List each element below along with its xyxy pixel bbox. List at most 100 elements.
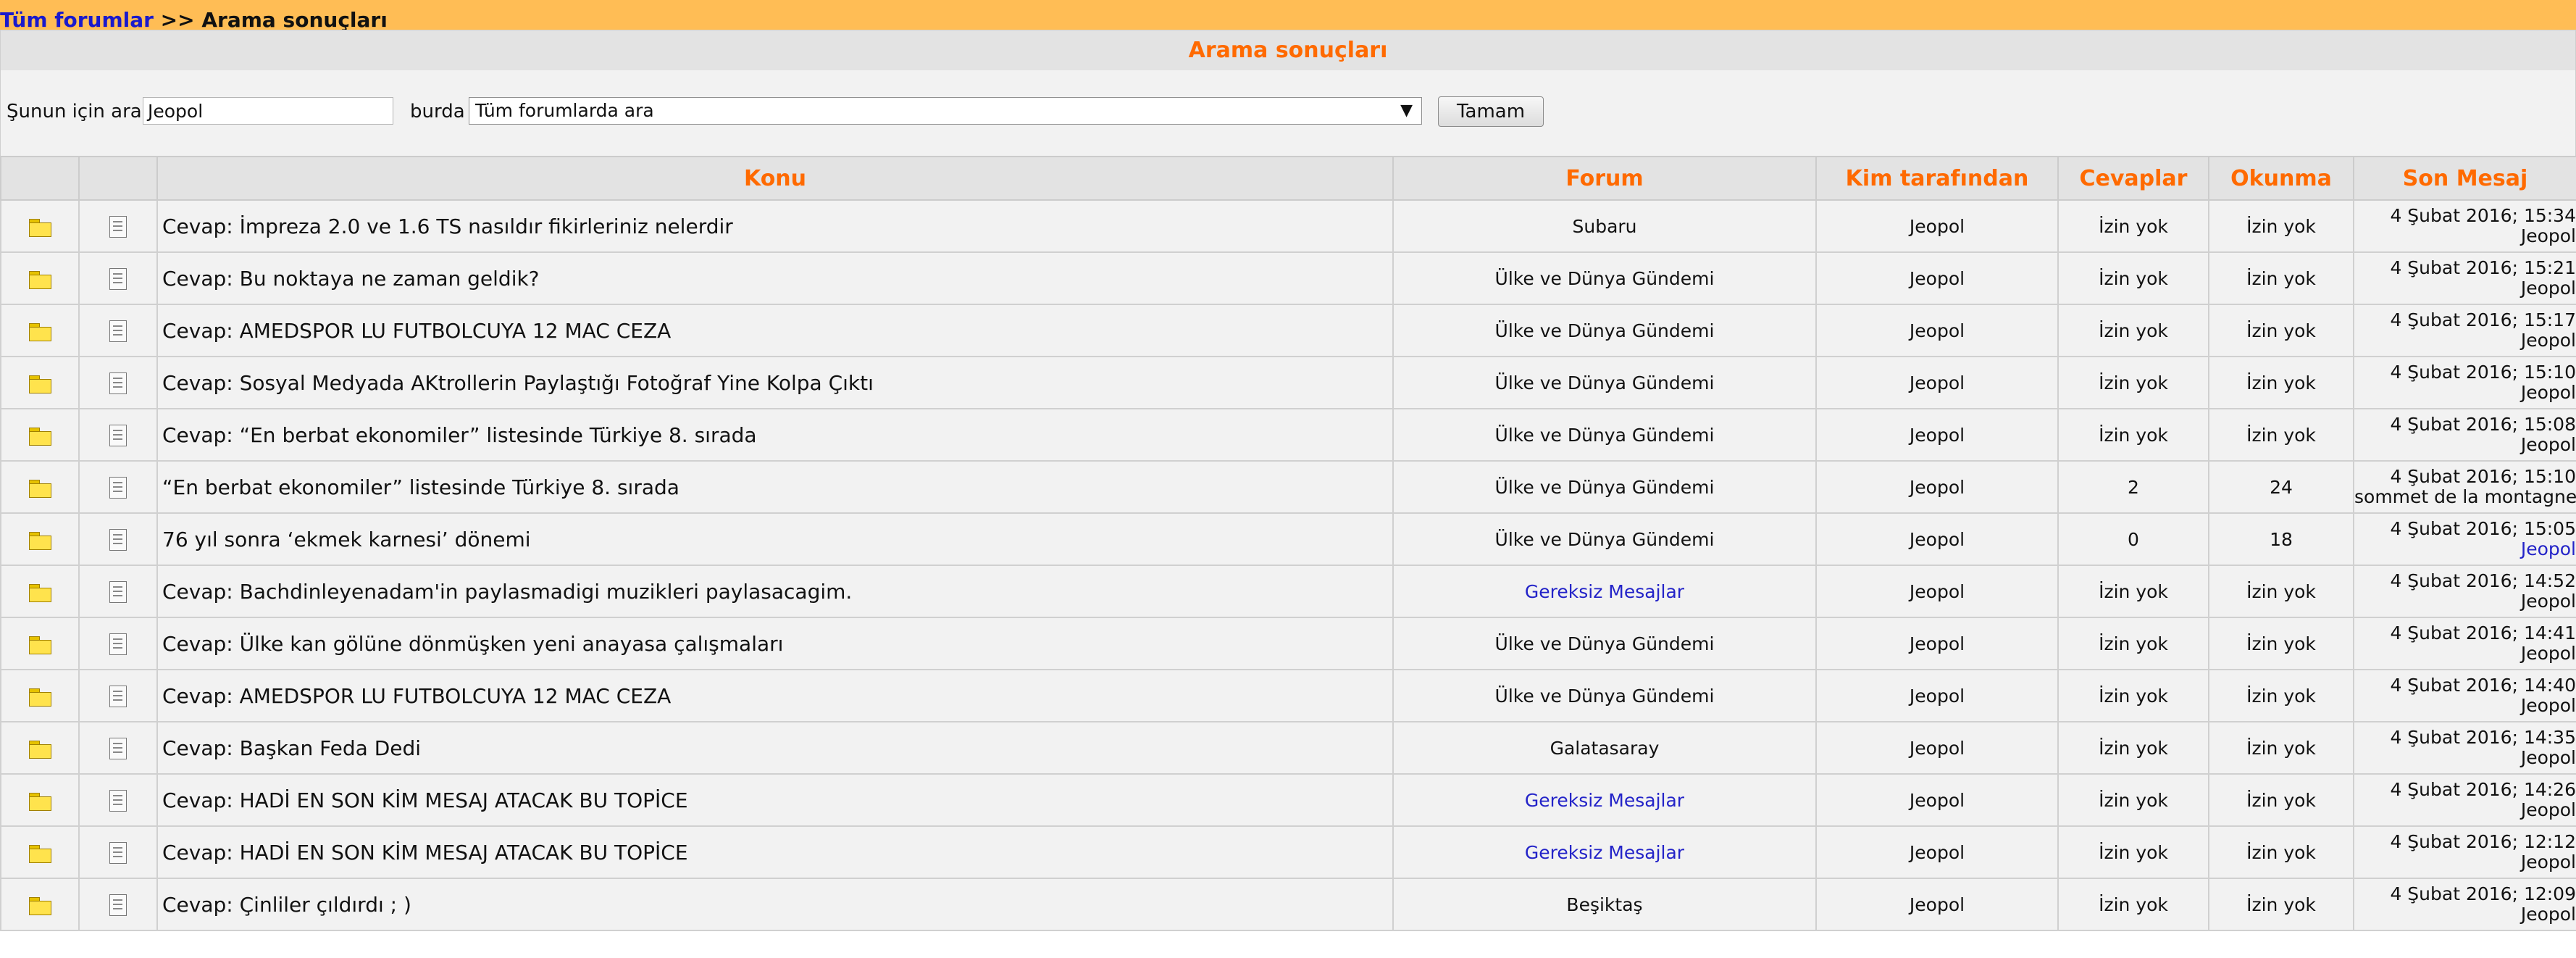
folder-icon[interactable] (28, 479, 51, 498)
topic-link[interactable]: Cevap: AMEDSPOR LU FUTBOLCUYA 12 MAC CEZ… (162, 684, 671, 708)
table-row[interactable]: Cevap: Sosyal Medyada AKtrollerin Paylaş… (0, 356, 2576, 409)
last-post-user[interactable]: Jeopol (2355, 696, 2575, 716)
table-row[interactable]: Cevap: AMEDSPOR LU FUTBOLCUYA 12 MAC CEZ… (0, 669, 2576, 722)
table-row[interactable]: Cevap: Bu noktaya ne zaman geldik? Ülke v… (0, 251, 2576, 305)
last-post-user[interactable]: sommet de la montagne (2355, 487, 2575, 507)
folder-icon[interactable] (28, 218, 51, 237)
folder-icon[interactable] (28, 688, 51, 707)
forum-scope-select[interactable]: Tüm forumlarda ara ▼ (469, 97, 1422, 125)
table-row[interactable]: Cevap: Ülke kan gölüne dönmüşken yeni an… (0, 617, 2576, 670)
last-post-user[interactable]: Jeopol (2355, 330, 2575, 351)
forum-link[interactable]: Gereksiz Mesajlar (1525, 842, 1684, 863)
column-header-topic[interactable]: Konu (156, 156, 1394, 201)
table-row[interactable]: Cevap: Bachdinleyenadam'in paylasmadigi … (0, 565, 2576, 618)
table-row[interactable]: Cevap: “En berbat ekonomiler” listesinde… (0, 408, 2576, 462)
topic-link[interactable]: Cevap: Başkan Feda Dedi (162, 736, 421, 760)
folder-icon[interactable] (28, 270, 51, 289)
author-name[interactable]: Jeopol (1910, 372, 1965, 393)
column-header-author[interactable]: Kim tarafından (1815, 156, 2059, 201)
topic-link[interactable]: Cevap: Sosyal Medyada AKtrollerin Paylaş… (162, 371, 874, 395)
last-post-user[interactable]: Jeopol (2355, 539, 2575, 559)
column-header-views[interactable]: Okunma (2208, 156, 2354, 201)
document-icon (109, 685, 127, 707)
forum-link[interactable]: Gereksiz Mesajlar (1525, 790, 1684, 811)
author-name[interactable]: Jeopol (1910, 216, 1965, 237)
table-row[interactable]: Cevap: Çinliler çıldırdı ; ) Beşiktaş Jeop… (0, 878, 2576, 931)
table-row[interactable]: Cevap: HADİ EN SON KİM MESAJ ATACAK BU T… (0, 773, 2576, 827)
folder-icon[interactable] (28, 636, 51, 654)
column-header-forum[interactable]: Forum (1392, 156, 1817, 201)
author-name[interactable]: Jeopol (1910, 790, 1965, 811)
last-post-user[interactable]: Jeopol (2355, 643, 2575, 664)
search-input[interactable]: Jeopol (143, 97, 393, 125)
author-name[interactable]: Jeopol (1910, 529, 1965, 550)
last-post-user[interactable]: Jeopol (2355, 278, 2575, 299)
breadcrumb-all-forums-link[interactable]: Tüm forumlar (0, 8, 154, 30)
forum-link[interactable]: Ülke ve Dünya Gündemi (1495, 268, 1715, 289)
topic-link[interactable]: Cevap: HADİ EN SON KİM MESAJ ATACAK BU T… (162, 841, 688, 865)
column-header-last-post[interactable]: Son Mesaj (2353, 156, 2576, 201)
table-row[interactable]: “En berbat ekonomiler” listesinde Türkiy… (0, 460, 2576, 514)
forum-link[interactable]: Ülke ve Dünya Gündemi (1495, 686, 1715, 707)
last-post-user[interactable]: Jeopol (2355, 226, 2575, 246)
topic-link[interactable]: Cevap: “En berbat ekonomiler” listesinde… (162, 423, 757, 447)
author-name[interactable]: Jeopol (1910, 894, 1965, 915)
forum-link[interactable]: Ülke ve Dünya Gündemi (1495, 372, 1715, 393)
author-name[interactable]: Jeopol (1910, 477, 1965, 498)
forum-link[interactable]: Ülke ve Dünya Gündemi (1495, 633, 1715, 654)
forum-link[interactable]: Ülke ve Dünya Gündemi (1495, 320, 1715, 341)
folder-icon[interactable] (28, 531, 51, 550)
search-submit-button[interactable]: Tamam (1438, 96, 1544, 127)
author-name[interactable]: Jeopol (1910, 842, 1965, 863)
topic-link[interactable]: Cevap: AMEDSPOR LU FUTBOLCUYA 12 MAC CEZ… (162, 319, 671, 343)
last-post-user[interactable]: Jeopol (2355, 591, 2575, 612)
forum-link[interactable]: Gereksiz Mesajlar (1525, 581, 1684, 602)
author-name[interactable]: Jeopol (1910, 738, 1965, 759)
folder-icon[interactable] (28, 322, 51, 341)
forum-link[interactable]: Subaru (1572, 216, 1636, 237)
author-cell: Jeopol (1815, 512, 2059, 566)
author-name[interactable]: Jeopol (1910, 686, 1965, 707)
table-row[interactable]: Cevap: HADİ EN SON KİM MESAJ ATACAK BU T… (0, 825, 2576, 879)
folder-icon[interactable] (28, 375, 51, 393)
topic-link[interactable]: “En berbat ekonomiler” listesinde Türkiy… (162, 475, 679, 499)
topic-link[interactable]: Cevap: Çinliler çıldırdı ; ) (162, 893, 411, 917)
author-name[interactable]: Jeopol (1910, 268, 1965, 289)
last-post-user[interactable]: Jeopol (2355, 383, 2575, 403)
table-row[interactable]: Cevap: Başkan Feda Dedi Galatasaray Jeopol… (0, 721, 2576, 775)
author-name[interactable]: Jeopol (1910, 425, 1965, 446)
topic-link[interactable]: Cevap: İmpreza 2.0 ve 1.6 TS nasıldır fi… (162, 214, 733, 238)
forum-link[interactable]: Beşiktaş (1566, 894, 1642, 915)
forum-link[interactable]: Ülke ve Dünya Gündemi (1495, 529, 1715, 550)
folder-icon[interactable] (28, 740, 51, 759)
topic-link[interactable]: Cevap: Ülke kan gölüne dönmüşken yeni an… (162, 632, 783, 656)
last-post-cell: 4 Şubat 2016; 14:26 Jeopol (2353, 773, 2576, 827)
topic-link[interactable]: 76 yıl sonra ‘ekmek karnesi’ dönemi (162, 528, 531, 551)
last-post-user[interactable]: Jeopol (2355, 852, 2575, 872)
forum-link[interactable]: Galatasaray (1550, 738, 1660, 759)
last-post-user[interactable]: Jeopol (2355, 435, 2575, 455)
forum-link[interactable]: Ülke ve Dünya Gündemi (1495, 425, 1715, 446)
folder-icon[interactable] (28, 427, 51, 446)
table-row[interactable]: Cevap: AMEDSPOR LU FUTBOLCUYA 12 MAC CEZ… (0, 304, 2576, 357)
folder-icon[interactable] (28, 583, 51, 602)
folder-icon[interactable] (28, 844, 51, 863)
document-icon (109, 894, 127, 916)
table-row[interactable]: 76 yıl sonra ‘ekmek karnesi’ dönemi Ülke … (0, 512, 2576, 566)
topic-link[interactable]: Cevap: Bachdinleyenadam'in paylasmadigi … (162, 580, 852, 604)
column-header-replies[interactable]: Cevaplar (2057, 156, 2209, 201)
folder-icon[interactable] (28, 792, 51, 811)
last-post-user[interactable]: Jeopol (2355, 800, 2575, 820)
author-name[interactable]: Jeopol (1910, 633, 1965, 654)
last-post-user[interactable]: Jeopol (2355, 904, 2575, 925)
topic-link[interactable]: Cevap: Bu noktaya ne zaman geldik? (162, 267, 540, 291)
forum-link[interactable]: Ülke ve Dünya Gündemi (1495, 477, 1715, 498)
folder-icon[interactable] (28, 896, 51, 915)
author-name[interactable]: Jeopol (1910, 320, 1965, 341)
author-name[interactable]: Jeopol (1910, 581, 1965, 602)
replies-cell: 0 (2057, 512, 2209, 566)
table-row[interactable]: Cevap: İmpreza 2.0 ve 1.6 TS nasıldır fi… (0, 199, 2576, 253)
last-post-user[interactable]: Jeopol (2355, 748, 2575, 768)
document-icon (109, 320, 127, 342)
topic-link[interactable]: Cevap: HADİ EN SON KİM MESAJ ATACAK BU T… (162, 788, 688, 812)
